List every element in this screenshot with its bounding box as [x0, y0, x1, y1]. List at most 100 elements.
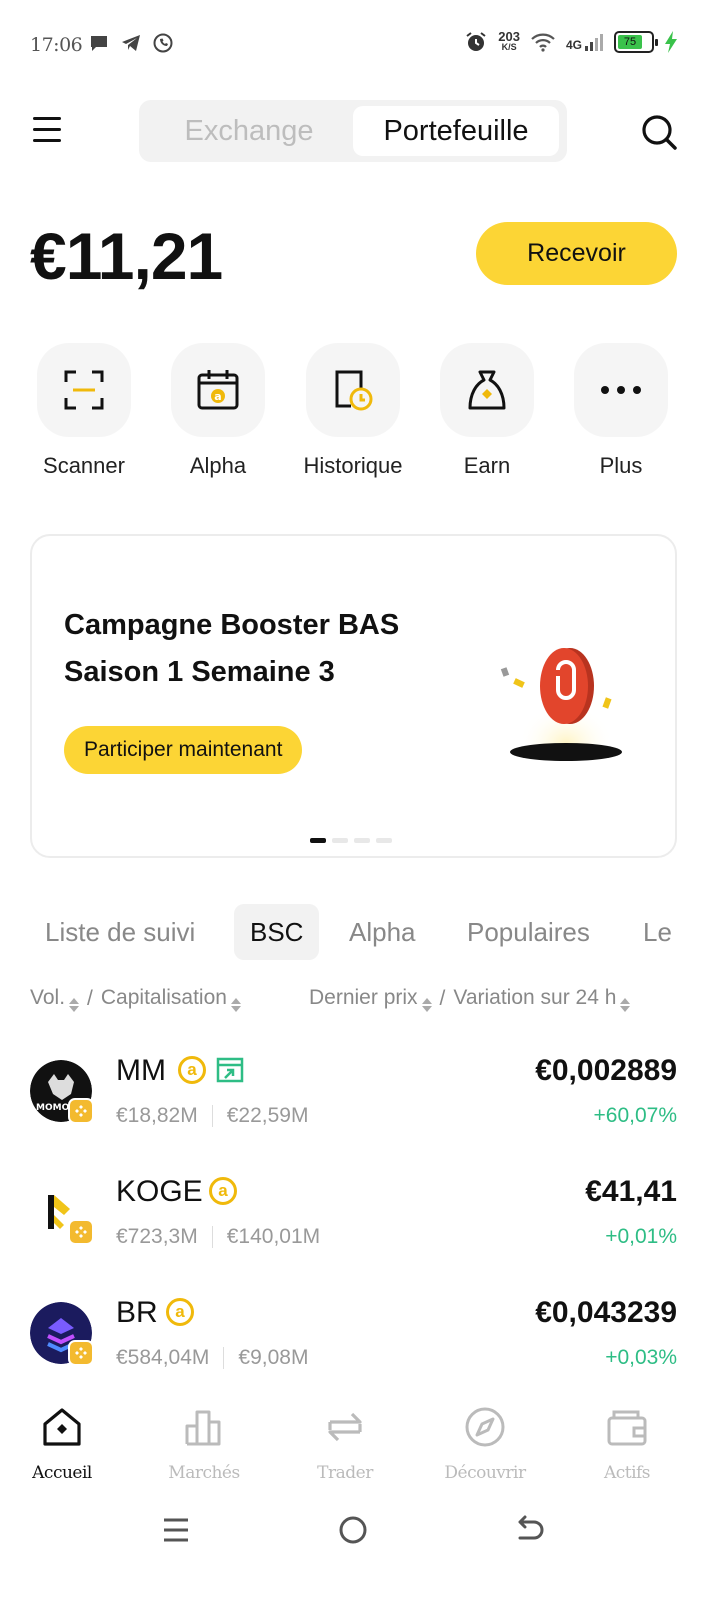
status-app-icons — [88, 32, 174, 54]
action-scanner[interactable]: Scanner — [14, 343, 154, 479]
receive-button[interactable]: Recevoir — [476, 222, 677, 285]
svg-text:a: a — [214, 390, 221, 403]
token-tags: a — [178, 1056, 244, 1084]
alpha-badge-icon: a — [178, 1056, 206, 1084]
token-market-cap: €22,59M — [226, 1104, 309, 1127]
battery-level: 75 — [618, 35, 642, 49]
compass-icon — [465, 1407, 505, 1447]
wifi-icon — [531, 33, 555, 52]
banner-title: Campagne Booster BAS Saison 1 Semaine 3 — [64, 609, 400, 688]
market-filter-tabs: Liste de suivi BSC Alpha Populaires Le — [0, 904, 720, 960]
token-change: +0,01% — [605, 1225, 677, 1248]
sort-24h-change[interactable]: Variation sur 24 h — [453, 986, 631, 1012]
nav-trader[interactable]: Trader — [285, 1406, 405, 1483]
token-tags: a — [166, 1298, 194, 1326]
cell-signal-icon: 4G — [566, 32, 604, 52]
charging-bolt-icon — [665, 31, 677, 53]
total-balance: €11,21 — [30, 219, 223, 293]
carousel-dot[interactable] — [354, 838, 370, 843]
token-row[interactable]: KOGE a €723,3M €140,01M €41,41 +0,01% — [0, 1167, 720, 1277]
token-name: MM — [116, 1054, 166, 1087]
chat-bubble-icon — [91, 36, 107, 51]
promo-banner[interactable]: Campagne Booster BAS Saison 1 Semaine 3 … — [30, 534, 677, 858]
net-speed: 203 K/S — [498, 29, 520, 52]
action-plus[interactable]: Plus — [551, 343, 691, 479]
sort-market-cap[interactable]: Capitalisation — [101, 986, 241, 1012]
action-label: Historique — [303, 453, 403, 478]
token-tags: a — [209, 1177, 237, 1205]
token-change: +60,07% — [593, 1104, 678, 1127]
carousel-dot[interactable] — [310, 838, 326, 843]
tab-portefeuille[interactable]: Portefeuille — [353, 106, 559, 156]
token-market-cap: €140,01M — [226, 1225, 321, 1248]
tab-le[interactable]: Le — [643, 904, 672, 960]
nav-actifs[interactable]: Actifs — [567, 1406, 687, 1483]
coin-illustration — [500, 648, 622, 761]
token-volume: €584,04M — [116, 1346, 210, 1369]
carousel-dot[interactable] — [332, 838, 348, 843]
token-name: BR — [116, 1296, 158, 1329]
nav-accueil[interactable]: Accueil — [2, 1406, 122, 1483]
token-row[interactable]: MOMO MM a €18,82M €22,59M €0,002889 +60,… — [0, 1046, 720, 1156]
status-time: 17:06 — [30, 34, 83, 56]
token-market-cap: €9,08M — [238, 1346, 309, 1369]
sort-arrows-icon — [69, 998, 80, 1012]
action-label: Plus — [599, 453, 643, 478]
alpha-calendar-icon: a — [171, 343, 265, 437]
alarm-icon — [466, 32, 486, 51]
home-icon — [43, 1408, 81, 1446]
token-price: €0,002889 — [535, 1054, 677, 1087]
menu-button[interactable] — [33, 117, 61, 145]
bnb-chain-icon — [68, 1340, 94, 1366]
wallet-icon — [607, 1410, 647, 1446]
action-label: Alpha — [189, 453, 247, 478]
trade-launch-icon — [216, 1057, 244, 1083]
action-earn[interactable]: Earn — [417, 343, 557, 479]
token-metrics: €584,04M €9,08M — [116, 1346, 308, 1370]
more-dots-icon — [574, 343, 668, 437]
bottom-navigation: Accueil Marchés Trader Découvrir Actifs — [0, 1390, 720, 1490]
column-header-left: Vol. / Capitalisation — [30, 986, 241, 1012]
token-metrics: €18,82M €22,59M — [116, 1104, 308, 1128]
token-change: +0,03% — [605, 1346, 677, 1369]
token-name: KOGE — [116, 1175, 203, 1208]
search-icon — [642, 115, 677, 150]
nav-decouvrir[interactable]: Découvrir — [425, 1406, 545, 1483]
tab-exchange[interactable]: Exchange — [151, 106, 347, 156]
tab-watchlist[interactable]: Liste de suivi — [45, 904, 195, 960]
mode-switch: Exchange Portefeuille — [139, 100, 567, 162]
money-bag-icon — [440, 343, 534, 437]
bar-chart-icon — [185, 1410, 221, 1446]
back-icon[interactable] — [510, 1512, 546, 1548]
action-label: Scanner — [43, 453, 125, 478]
sort-last-price[interactable]: Dernier prix — [309, 986, 432, 1012]
tab-populaires[interactable]: Populaires — [467, 904, 590, 960]
bnb-chain-icon — [68, 1219, 94, 1245]
sort-volume[interactable]: Vol. — [30, 986, 80, 1012]
token-volume: €18,82M — [116, 1104, 198, 1127]
home-circle-icon[interactable] — [335, 1512, 371, 1548]
alpha-badge-icon: a — [209, 1177, 237, 1205]
column-header-right: Dernier prix / Variation sur 24 h — [309, 986, 631, 1012]
action-alpha[interactable]: a Alpha — [148, 343, 288, 479]
tab-bsc[interactable]: BSC — [234, 904, 320, 960]
sort-arrows-icon — [421, 998, 432, 1012]
action-historique[interactable]: Historique — [283, 343, 423, 479]
action-label: Earn — [463, 453, 511, 478]
scan-icon — [37, 343, 131, 437]
battery-icon: 75 — [614, 31, 658, 53]
tab-alpha[interactable]: Alpha — [349, 904, 416, 960]
token-volume: €723,3M — [116, 1225, 198, 1248]
status-indicators: 203 K/S 4G 75 — [464, 30, 678, 54]
search-button[interactable] — [640, 113, 678, 151]
carousel-dot[interactable] — [376, 838, 392, 843]
sort-arrows-icon — [620, 998, 631, 1012]
nav-marches[interactable]: Marchés — [144, 1406, 264, 1483]
participate-button[interactable]: Participer maintenant — [64, 726, 303, 774]
telegram-icon — [122, 35, 140, 51]
token-row[interactable]: BR a €584,04M €9,08M €0,043239 +0,03% — [0, 1288, 720, 1398]
system-navigation-bar — [0, 1500, 720, 1560]
token-price: €0,043239 — [535, 1296, 677, 1329]
recent-apps-icon[interactable] — [158, 1512, 194, 1548]
sort-arrows-icon — [230, 998, 241, 1012]
